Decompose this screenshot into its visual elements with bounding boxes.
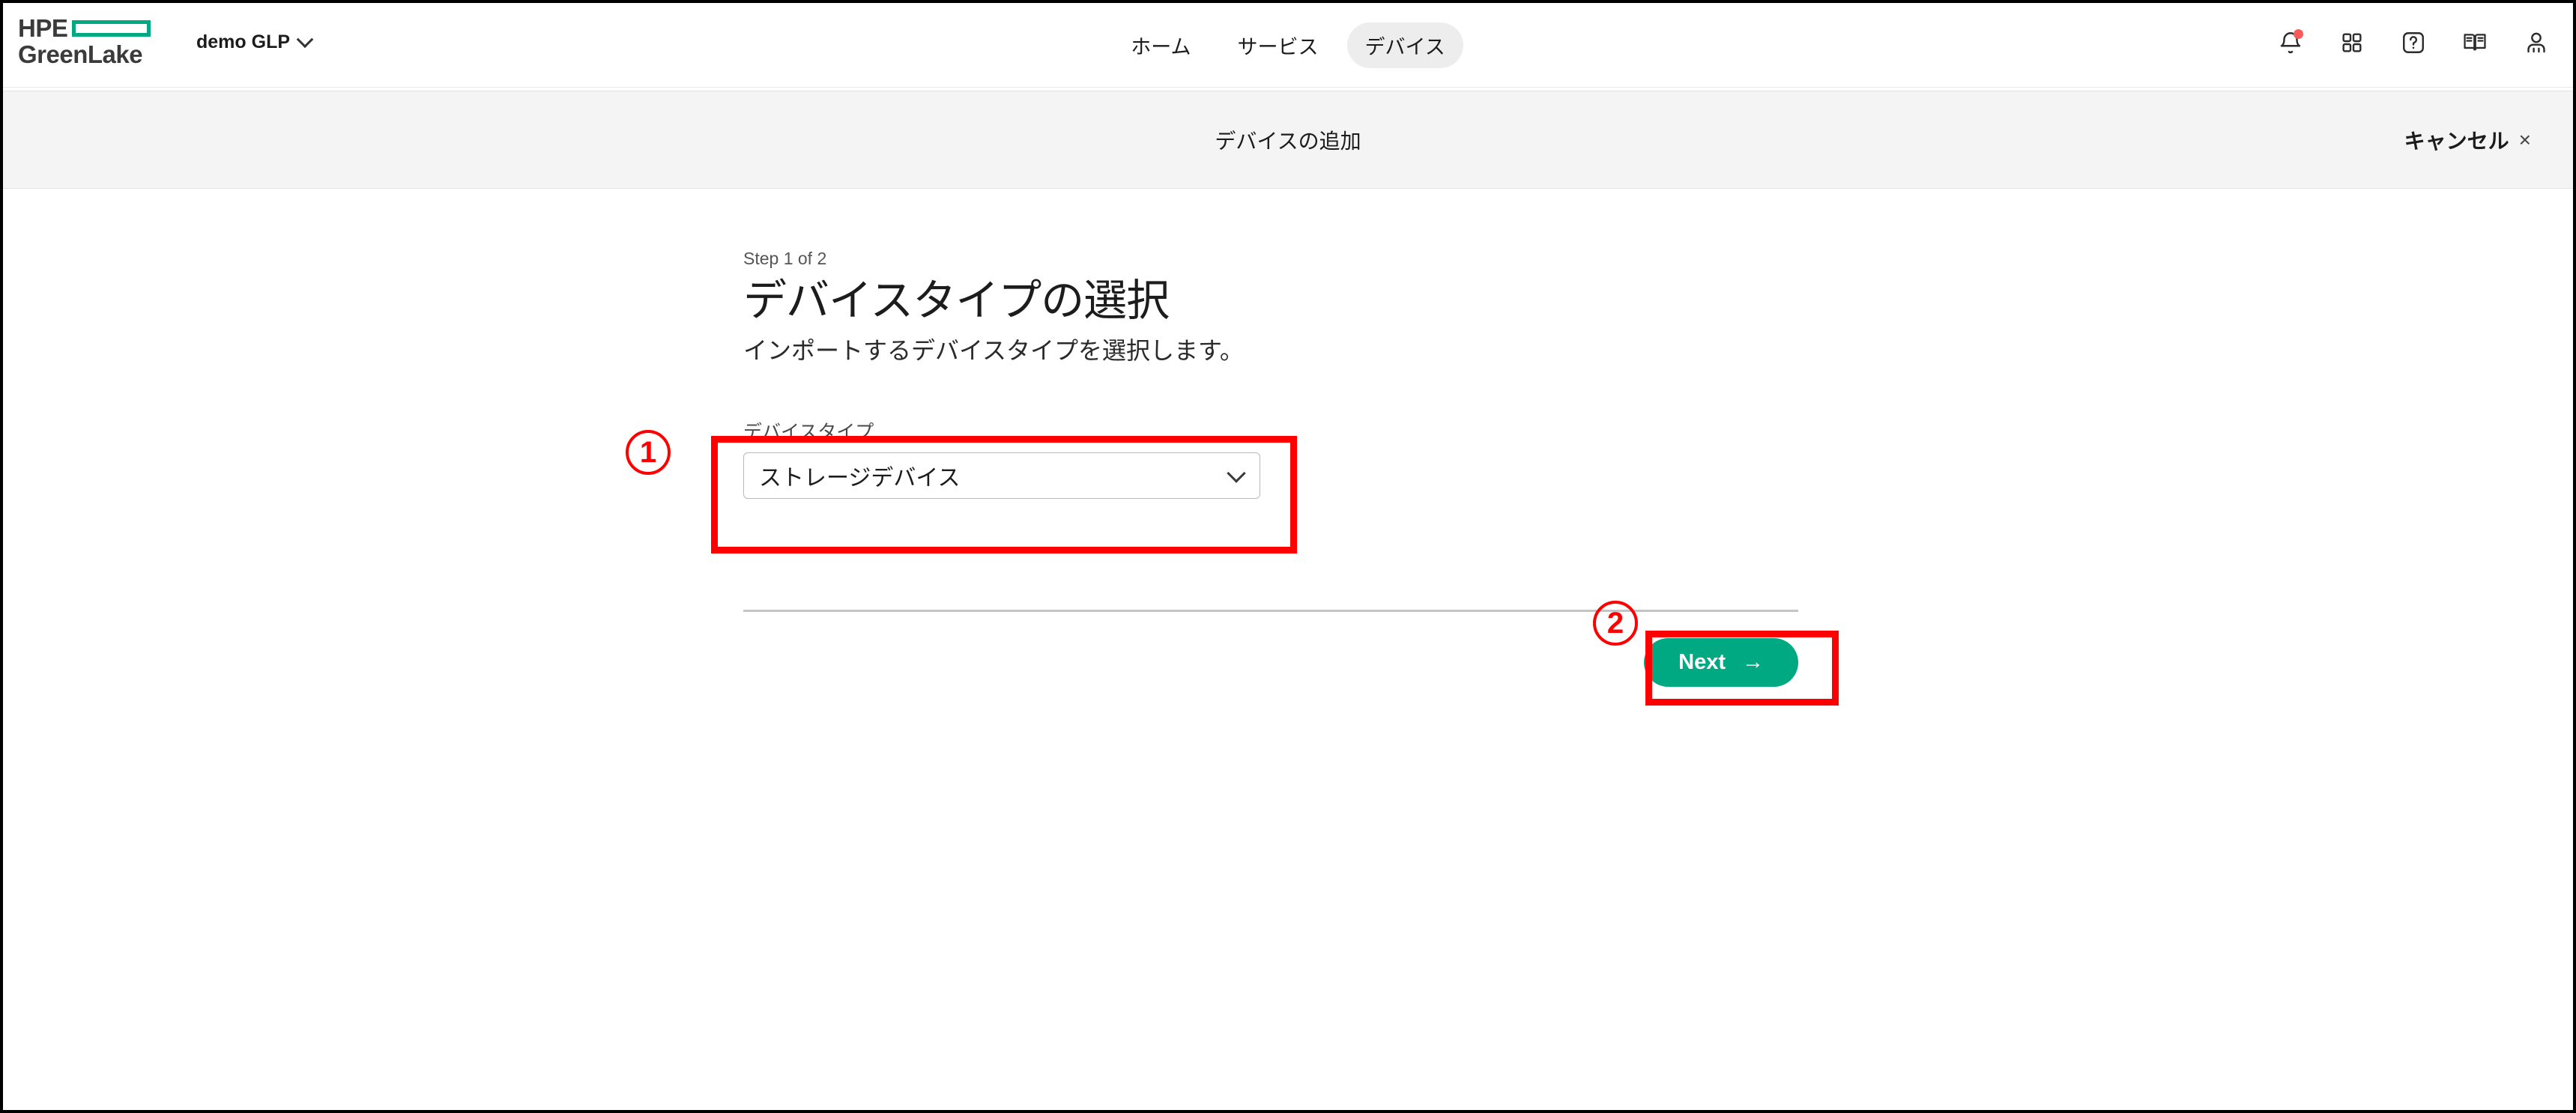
wizard-panel: Step 1 of 2 デバイスタイプの選択 インポートするデバイスタイプを選択… (743, 249, 1807, 500)
page-subtitle: インポートするデバイスタイプを選択します。 (743, 336, 1244, 364)
wizard-content-area: Step 1 of 2 デバイスタイプの選択 インポートするデバイスタイプを選択… (3, 189, 2573, 1110)
device-type-select[interactable]: ストレージデバイス (743, 452, 1260, 500)
documentation-book-icon[interactable] (2461, 28, 2489, 57)
section-divider (743, 610, 1798, 612)
apps-grid-icon[interactable] (2338, 28, 2366, 57)
nav-item-home[interactable]: ホーム (1113, 22, 1209, 68)
device-type-label: デバイスタイプ (743, 422, 874, 443)
hpe-rectangle-mark-icon (72, 20, 151, 37)
hpe-greenlake-logo[interactable]: HPE GreenLake (18, 13, 164, 70)
logo-top-row: HPE (18, 16, 164, 41)
notification-badge-dot (2294, 29, 2303, 39)
wizard-header-title: デバイスの追加 (1215, 129, 1361, 153)
global-header: HPE GreenLake demo GLP ホーム サービス デバイス (3, 3, 2573, 88)
nav-item-devices[interactable]: デバイス (1346, 22, 1463, 68)
cancel-button[interactable]: キャンセル × (2404, 125, 2531, 155)
wizard-header-bar: デバイスの追加 キャンセル × (3, 91, 2573, 189)
device-type-selected-value: ストレージデバイス (759, 466, 961, 491)
workspace-switcher[interactable]: demo GLP (196, 30, 314, 53)
application-window: HPE GreenLake demo GLP ホーム サービス デバイス デバイ… (0, 0, 2576, 1113)
help-question-icon[interactable] (2399, 28, 2428, 57)
next-button-label: Next (1678, 650, 1726, 674)
logo-hpe-text: HPE (18, 14, 68, 42)
nav-item-services[interactable]: サービス (1220, 22, 1337, 68)
step-indicator: Step 1 of 2 (743, 249, 827, 268)
page-title: デバイスタイプの選択 (743, 276, 1170, 325)
chevron-down-icon (1227, 464, 1246, 484)
user-profile-icon[interactable] (2522, 28, 2551, 57)
workspace-name: demo GLP (196, 31, 291, 52)
header-icon-group (2276, 28, 2551, 57)
chevron-down-icon (296, 30, 314, 48)
logo-greenlake-text: GreenLake (18, 40, 143, 68)
close-icon: × (2518, 127, 2531, 151)
wizard-actions: Next → (743, 638, 1798, 687)
device-type-field-group: デバイスタイプ ストレージデバイス (743, 417, 1260, 500)
cancel-button-label: キャンセル (2404, 129, 2509, 153)
notifications-bell-icon[interactable] (2276, 28, 2305, 57)
next-button[interactable]: Next → (1644, 638, 1798, 687)
primary-navigation: ホーム サービス デバイス (3, 19, 2573, 70)
arrow-right-icon: → (1742, 650, 1764, 674)
